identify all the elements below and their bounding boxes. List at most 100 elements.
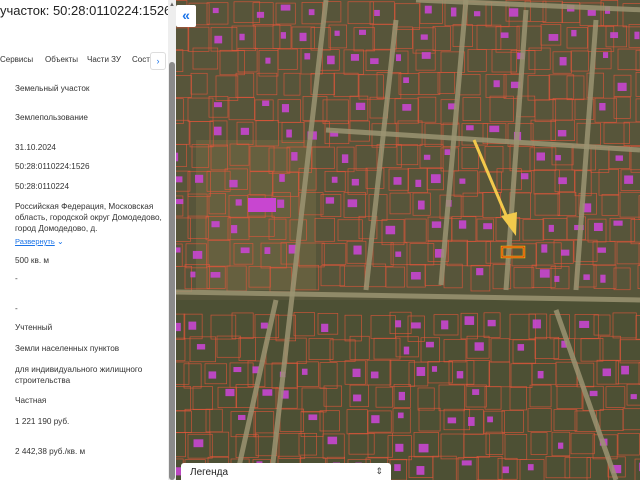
building [558, 177, 567, 185]
building [359, 29, 366, 35]
building [262, 100, 270, 107]
building [417, 200, 425, 210]
building [509, 8, 519, 17]
building [229, 179, 238, 188]
building [600, 274, 606, 283]
building [634, 31, 640, 40]
building [548, 224, 554, 232]
building [561, 249, 570, 256]
building [597, 247, 606, 253]
building [461, 460, 472, 466]
scroll-up-icon[interactable]: ▲ [169, 2, 175, 8]
field-ownership: Частная [15, 396, 47, 405]
building [374, 9, 380, 17]
building [262, 389, 273, 396]
building [347, 199, 358, 208]
building [450, 7, 457, 17]
building [212, 7, 219, 14]
tabs-next-button[interactable]: › [150, 52, 166, 70]
legend-dropdown[interactable]: Легенда ⇕ [181, 463, 391, 483]
building [630, 394, 637, 400]
building [353, 394, 362, 402]
building [473, 11, 481, 17]
building [334, 30, 340, 36]
building [416, 367, 426, 376]
building [602, 368, 611, 377]
building [458, 220, 467, 229]
building [431, 221, 442, 228]
building [286, 129, 292, 138]
building [613, 220, 623, 226]
field-empty-1: - [15, 274, 18, 283]
building [420, 34, 428, 40]
building [395, 54, 401, 62]
building [554, 275, 560, 282]
building [395, 251, 402, 257]
building [615, 155, 623, 161]
field-area [196, 140, 316, 290]
building [532, 319, 541, 329]
building [233, 366, 242, 373]
building [239, 33, 245, 41]
building [411, 322, 421, 329]
building [421, 52, 431, 59]
building [621, 365, 629, 375]
building [299, 32, 307, 42]
building [536, 152, 546, 161]
building [225, 388, 235, 397]
scrollbar-thumb[interactable] [169, 62, 175, 480]
building [193, 439, 204, 448]
building [353, 245, 362, 255]
building [211, 221, 220, 228]
tab-services[interactable]: Сервисы [0, 55, 33, 64]
building [308, 414, 318, 421]
map-canvas[interactable] [176, 0, 640, 480]
building [370, 58, 379, 65]
building [350, 54, 359, 61]
building [304, 53, 311, 60]
field-kind: Землепользование [15, 113, 88, 122]
building [341, 154, 349, 163]
building [424, 5, 432, 14]
building [541, 244, 548, 253]
building [394, 464, 401, 472]
building [176, 247, 181, 253]
building [385, 225, 396, 235]
building [441, 320, 449, 330]
building [517, 344, 525, 351]
building [281, 104, 289, 113]
building [456, 371, 464, 379]
building [557, 130, 567, 137]
building [208, 371, 217, 379]
info-panel: участок: 50:28:0110224:1526 Сервисы Объе… [0, 0, 168, 480]
building [476, 268, 484, 276]
satellite-map[interactable] [176, 0, 640, 480]
tab-objects[interactable]: Объекты [45, 55, 78, 64]
building [472, 389, 480, 395]
chevron-down-icon[interactable]: ⌄ [57, 237, 64, 246]
building [264, 247, 271, 254]
building [235, 199, 242, 206]
building [431, 366, 438, 372]
field-category: Земли населенных пунктов [15, 344, 120, 353]
tab-parts[interactable]: Части ЗУ [87, 55, 121, 64]
building [599, 102, 606, 111]
building [398, 391, 406, 401]
building [190, 271, 196, 278]
building [210, 272, 221, 278]
building [502, 466, 509, 474]
building [559, 57, 567, 66]
building [468, 417, 475, 426]
collapse-panel-button[interactable]: « [176, 5, 196, 27]
field-date: 31.10.2024 [15, 143, 56, 152]
field-status: Учтенный [15, 323, 53, 332]
building [291, 152, 298, 161]
building [256, 11, 265, 18]
building [214, 35, 223, 44]
building [555, 155, 561, 161]
building [459, 178, 466, 184]
tab-bar: Сервисы Объекты Части ЗУ Состав [0, 55, 168, 69]
building [464, 316, 475, 325]
field-type: Земельный участок [15, 84, 90, 93]
expand-link[interactable]: Развернуть [15, 237, 55, 246]
